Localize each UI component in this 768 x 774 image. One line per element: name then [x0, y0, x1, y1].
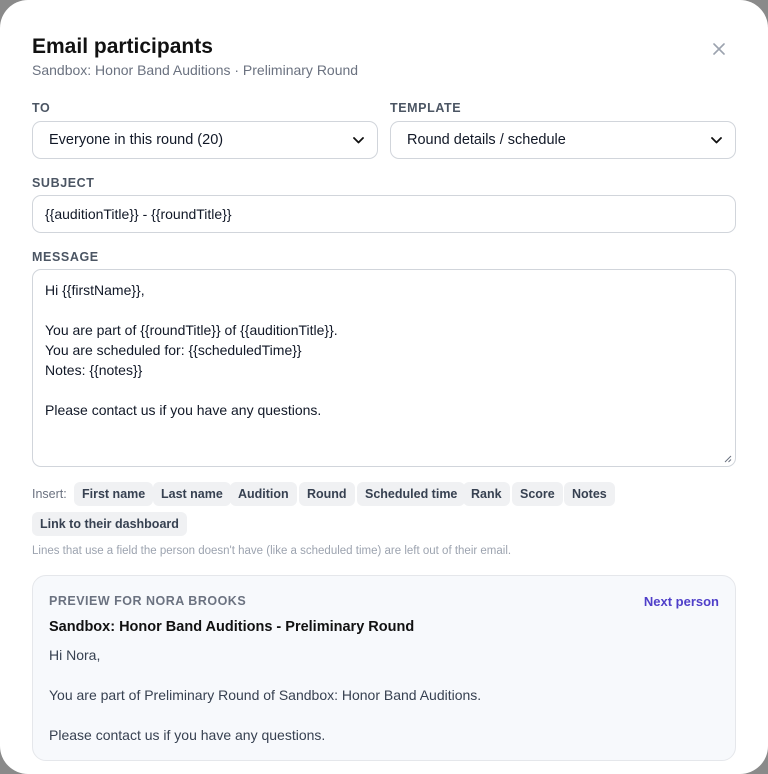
insert-chip-first-name[interactable]: First name	[74, 482, 154, 506]
subject-input[interactable]: {{auditionTitle}} - {{roundTitle}}	[32, 195, 736, 233]
next-person-button[interactable]: Next person	[644, 594, 719, 609]
preview-subject: Sandbox: Honor Band Auditions - Prelimin…	[49, 619, 415, 635]
insert-chip-dashboard-link[interactable]: Link to their dashboard	[32, 512, 187, 536]
insert-chip-round[interactable]: Round	[299, 482, 355, 506]
preview-line: Hi Nora,	[49, 647, 101, 663]
template-label: TEMPLATE	[390, 101, 462, 115]
message-line	[45, 300, 723, 320]
message-line: You are part of {{roundTitle}} of {{audi…	[45, 322, 338, 338]
email-participants-modal: Email participants Sandbox: Honor Band A…	[0, 0, 768, 774]
close-button[interactable]	[706, 36, 732, 62]
to-select-value: Everyone in this round (20)	[49, 132, 224, 148]
insert-chip-rank[interactable]: Rank	[463, 482, 510, 506]
chevron-down-icon	[711, 134, 723, 146]
modal-subtitle: Sandbox: Honor Band Auditions · Prelimin…	[32, 62, 359, 78]
message-label: MESSAGE	[32, 250, 99, 264]
message-textarea[interactable]: Hi {{firstName}}, You are part of {{roun…	[32, 269, 736, 467]
message-line: Notes: {{notes}}	[45, 362, 143, 378]
preview-line: Please contact us if you have any questi…	[49, 727, 326, 743]
template-select-value: Round details / schedule	[407, 132, 566, 148]
insert-chip-last-name[interactable]: Last name	[153, 482, 231, 506]
insert-label: Insert:	[32, 487, 67, 501]
to-label: TO	[32, 101, 51, 115]
modal-title: Email participants	[32, 35, 213, 58]
preview-line: You are part of Preliminary Round of San…	[49, 687, 482, 703]
message-line: Please contact us if you have any questi…	[45, 402, 322, 418]
insert-chip-audition[interactable]: Audition	[230, 482, 297, 506]
message-line	[45, 380, 723, 400]
message-line: You are scheduled for: {{scheduledTime}}	[45, 342, 302, 358]
template-select[interactable]: Round details / schedule	[390, 121, 736, 159]
to-select[interactable]: Everyone in this round (20)	[32, 121, 378, 159]
insert-chip-scheduled-time[interactable]: Scheduled time	[357, 482, 466, 506]
preview-label: PREVIEW FOR NORA BROOKS	[49, 594, 247, 608]
insert-chip-score[interactable]: Score	[512, 482, 563, 506]
email-preview-panel: PREVIEW FOR NORA BROOKS Next person Sand…	[32, 575, 736, 761]
insert-chip-notes[interactable]: Notes	[564, 482, 615, 506]
resize-handle-icon[interactable]	[724, 455, 732, 463]
message-line: Hi {{firstName}},	[45, 282, 145, 298]
insert-hint: Lines that use a field the person doesn'…	[32, 545, 512, 557]
subject-input-value: {{auditionTitle}} - {{roundTitle}}	[45, 206, 232, 222]
subject-label: SUBJECT	[32, 176, 95, 190]
chevron-down-icon	[353, 134, 365, 146]
close-icon	[713, 43, 725, 55]
